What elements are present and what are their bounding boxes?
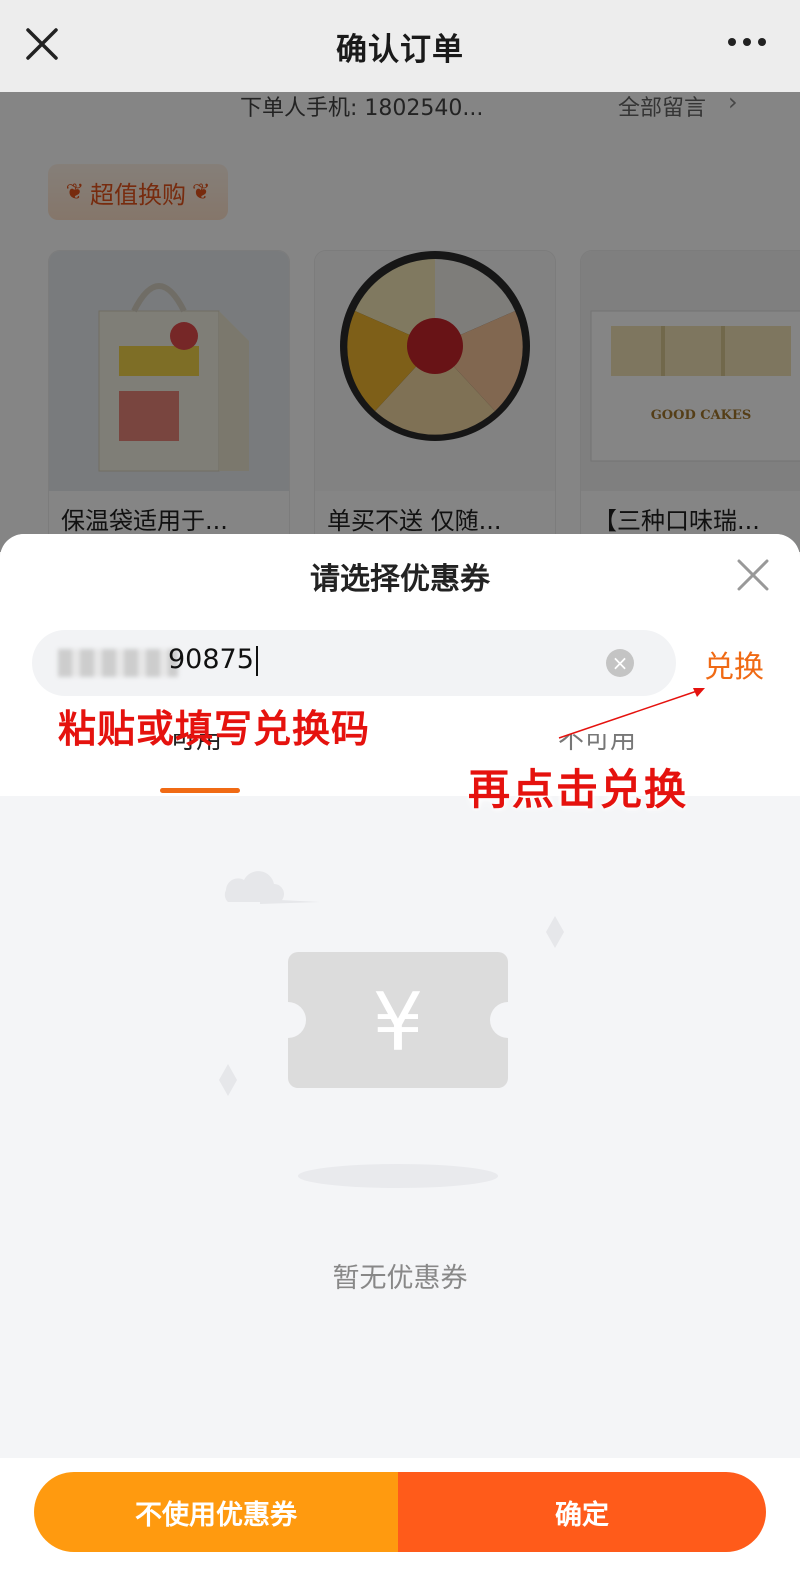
confirm-button[interactable]: 确定 [398, 1472, 766, 1552]
redeem-code-value: 90875 [168, 644, 258, 676]
annotation-arrow-icon [558, 688, 705, 739]
sheet-title: 请选择优惠券 [310, 562, 490, 597]
active-tab-indicator [160, 788, 240, 793]
top-bar: 确认订单 [0, 0, 800, 92]
sheet-footer: 不使用优惠券 确定 [0, 1458, 800, 1575]
annotation-paste-code: 粘贴或填写兑换码 [58, 706, 371, 751]
more-dots-icon[interactable] [728, 38, 766, 46]
redeem-button[interactable]: 兑换 [704, 642, 764, 686]
text-caret [255, 645, 258, 676]
clear-icon[interactable]: × [606, 649, 634, 677]
empty-coupon-illustration: ¥ [219, 871, 564, 1188]
coupon-sheet: 请选择优惠券 90875 × 兑换 可用 不可用 粘贴或填写兑换码 再点击兑换 … [0, 534, 800, 1575]
modal-overlay[interactable] [0, 92, 800, 552]
redacted-code-prefix [58, 649, 178, 677]
close-icon[interactable] [24, 26, 60, 62]
redeem-code-text: 90875 [168, 644, 254, 675]
close-icon[interactable] [736, 558, 770, 592]
empty-state-text: 暂无优惠券 [332, 1263, 468, 1294]
annotation-click-redeem: 再点击兑换 [468, 765, 689, 814]
yen-icon: ¥ [373, 976, 424, 1069]
page-title: 确认订单 [336, 31, 464, 68]
no-coupon-button[interactable]: 不使用优惠券 [34, 1472, 398, 1552]
